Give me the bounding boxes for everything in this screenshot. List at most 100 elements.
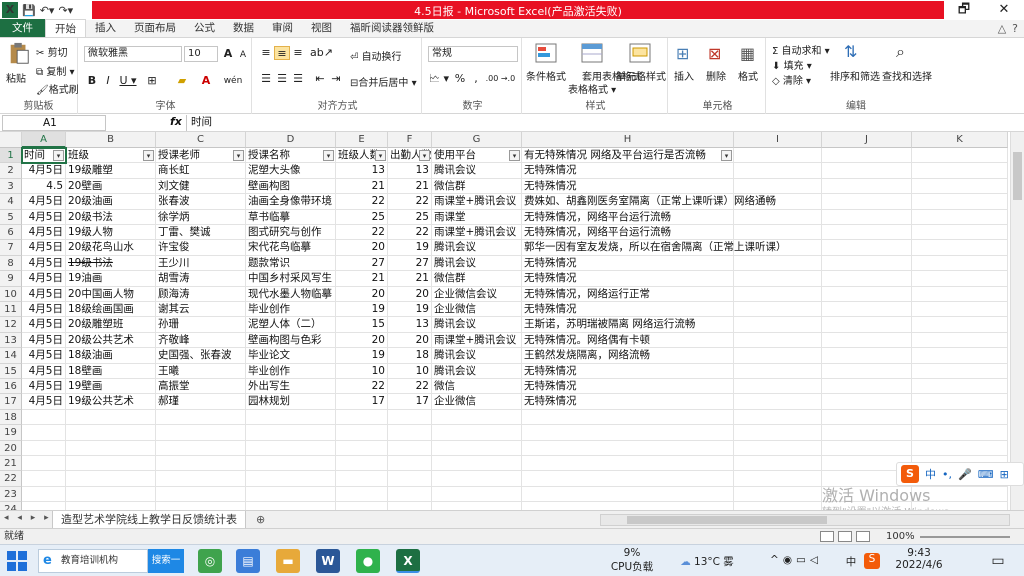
align-top-icon[interactable]: ≡ <box>258 46 274 60</box>
empty-cell[interactable] <box>156 471 246 487</box>
table-cell[interactable]: 腾讯会议 <box>432 363 522 379</box>
empty-cell[interactable] <box>156 440 246 456</box>
system-tray-icons[interactable]: ^◉▭◁ <box>752 554 840 566</box>
empty-cell[interactable] <box>822 425 912 441</box>
empty-cell[interactable] <box>734 302 822 318</box>
table-cell[interactable]: 无特殊情况 <box>522 363 734 379</box>
paste-button[interactable]: 粘贴 <box>6 70 26 85</box>
row-header[interactable]: 13 <box>0 332 22 349</box>
empty-cell[interactable] <box>822 163 912 179</box>
row-header[interactable]: 22 <box>0 471 22 487</box>
row-header[interactable]: 20 <box>0 440 22 456</box>
align-right-icon[interactable]: ☰ <box>290 72 306 86</box>
table-cell[interactable]: 20级书法 <box>66 209 156 225</box>
ime-chinese-mode[interactable]: 中 <box>925 466 936 482</box>
horizontal-scroll-thumb[interactable] <box>627 516 827 524</box>
empty-cell[interactable] <box>522 456 734 472</box>
empty-cell[interactable] <box>912 440 1008 456</box>
increase-indent-icon[interactable]: ⇥ <box>328 72 344 86</box>
table-cell[interactable]: 19 <box>336 302 388 318</box>
border-icon[interactable]: ⊞ <box>144 74 160 88</box>
empty-cell[interactable] <box>66 502 156 510</box>
empty-cell[interactable] <box>912 332 1008 349</box>
table-cell[interactable]: 王曦 <box>156 363 246 379</box>
table-cell[interactable]: 4月5日 <box>22 255 66 272</box>
shrink-font-icon[interactable]: A <box>235 48 251 62</box>
empty-cell[interactable] <box>734 194 822 210</box>
table-cell[interactable]: 22 <box>336 225 388 241</box>
empty-cell[interactable] <box>912 425 1008 441</box>
empty-cell[interactable] <box>734 225 822 241</box>
empty-cell[interactable] <box>432 486 522 503</box>
empty-cell[interactable] <box>822 286 912 302</box>
empty-cell[interactable] <box>22 502 66 510</box>
volume-icon[interactable]: ◁ <box>810 554 822 566</box>
row-header[interactable]: 23 <box>0 486 22 503</box>
notification-icon[interactable]: ▭ <box>986 553 1010 569</box>
row-header[interactable]: 8 <box>0 255 22 272</box>
empty-cell[interactable] <box>734 271 822 287</box>
ime-mic-icon[interactable]: 🎤 <box>958 468 972 481</box>
tray-app-icon[interactable]: ◉ <box>783 554 796 566</box>
table-cell[interactable]: 13 <box>388 317 432 333</box>
table-cell[interactable]: 企业微信 <box>432 394 522 410</box>
table-cell[interactable]: 21 <box>388 178 432 195</box>
column-header-C[interactable]: C <box>156 132 246 148</box>
row-header[interactable]: 1 <box>0 148 22 164</box>
find-select-button[interactable]: 查找和选择 <box>882 68 932 83</box>
table-cell[interactable]: 毕业创作 <box>246 363 336 379</box>
column-header-A[interactable]: A <box>22 132 66 148</box>
empty-cell[interactable] <box>912 194 1008 210</box>
tab-data[interactable]: 数据 <box>224 19 263 37</box>
empty-cell[interactable] <box>388 440 432 456</box>
table-cell[interactable]: 史国强、张春波 <box>156 348 246 364</box>
table-cell[interactable]: 4月5日 <box>22 317 66 333</box>
empty-cell[interactable] <box>734 286 822 302</box>
tab-home[interactable]: 开始 <box>45 19 86 37</box>
table-cell[interactable]: 4月5日 <box>22 225 66 241</box>
align-center-icon[interactable]: ☰ <box>274 72 290 86</box>
table-cell[interactable]: 腾讯会议 <box>432 240 522 256</box>
empty-cell[interactable] <box>822 148 912 164</box>
empty-cell[interactable] <box>822 194 912 210</box>
ribbon-minimize-icon[interactable]: △ <box>998 22 1006 35</box>
percent-icon[interactable]: % <box>452 72 468 86</box>
table-cell[interactable]: 19 <box>336 348 388 364</box>
table-cell[interactable]: 草书临摹 <box>246 209 336 225</box>
save-icon[interactable]: 💾 <box>22 4 36 17</box>
app-store-icon[interactable]: ▤ <box>236 549 260 573</box>
table-cell[interactable]: 泥塑人体（二） <box>246 317 336 333</box>
empty-cell[interactable] <box>912 178 1008 195</box>
decrease-indent-icon[interactable]: ⇤ <box>312 72 328 86</box>
ime-punctuation-icon[interactable]: •, <box>942 468 952 481</box>
insert-cells-button[interactable]: 插入 <box>674 68 694 83</box>
table-cell[interactable]: 费姝如、胡鑫刚医务室隔离（正常上课听课）网络通畅 <box>522 194 776 210</box>
row-header[interactable]: 19 <box>0 425 22 441</box>
empty-cell[interactable] <box>734 486 822 503</box>
table-cell[interactable]: 18级油画 <box>66 348 156 364</box>
filter-dropdown-icon[interactable]: ▾ <box>233 150 244 161</box>
empty-cell[interactable] <box>734 379 822 395</box>
merge-center-button[interactable]: ⊟合并后居中 ▾ <box>350 74 417 89</box>
table-cell[interactable]: 王斯诺，苏明瑞被隔离 网络运行流畅 <box>522 317 734 333</box>
empty-cell[interactable] <box>336 440 388 456</box>
row-header[interactable]: 3 <box>0 178 22 195</box>
empty-cell[interactable] <box>388 409 432 426</box>
empty-cell[interactable] <box>912 409 1008 426</box>
close-button[interactable]: ✕ <box>984 0 1024 20</box>
empty-cell[interactable] <box>912 363 1008 379</box>
column-header-E[interactable]: E <box>336 132 388 148</box>
empty-cell[interactable] <box>912 209 1008 225</box>
table-cell[interactable]: 20 <box>336 332 388 349</box>
empty-cell[interactable] <box>912 394 1008 410</box>
filter-dropdown-icon[interactable]: ▾ <box>509 150 520 161</box>
empty-cell[interactable] <box>522 502 734 510</box>
table-cell[interactable]: 孙珊 <box>156 317 246 333</box>
empty-cell[interactable] <box>66 471 156 487</box>
row-header[interactable]: 12 <box>0 317 22 333</box>
empty-cell[interactable] <box>822 409 912 426</box>
empty-cell[interactable] <box>734 502 822 510</box>
cut-button[interactable]: ✂ 剪切 <box>36 44 68 59</box>
filter-dropdown-icon[interactable]: ▾ <box>419 150 430 161</box>
row-header[interactable]: 10 <box>0 286 22 302</box>
